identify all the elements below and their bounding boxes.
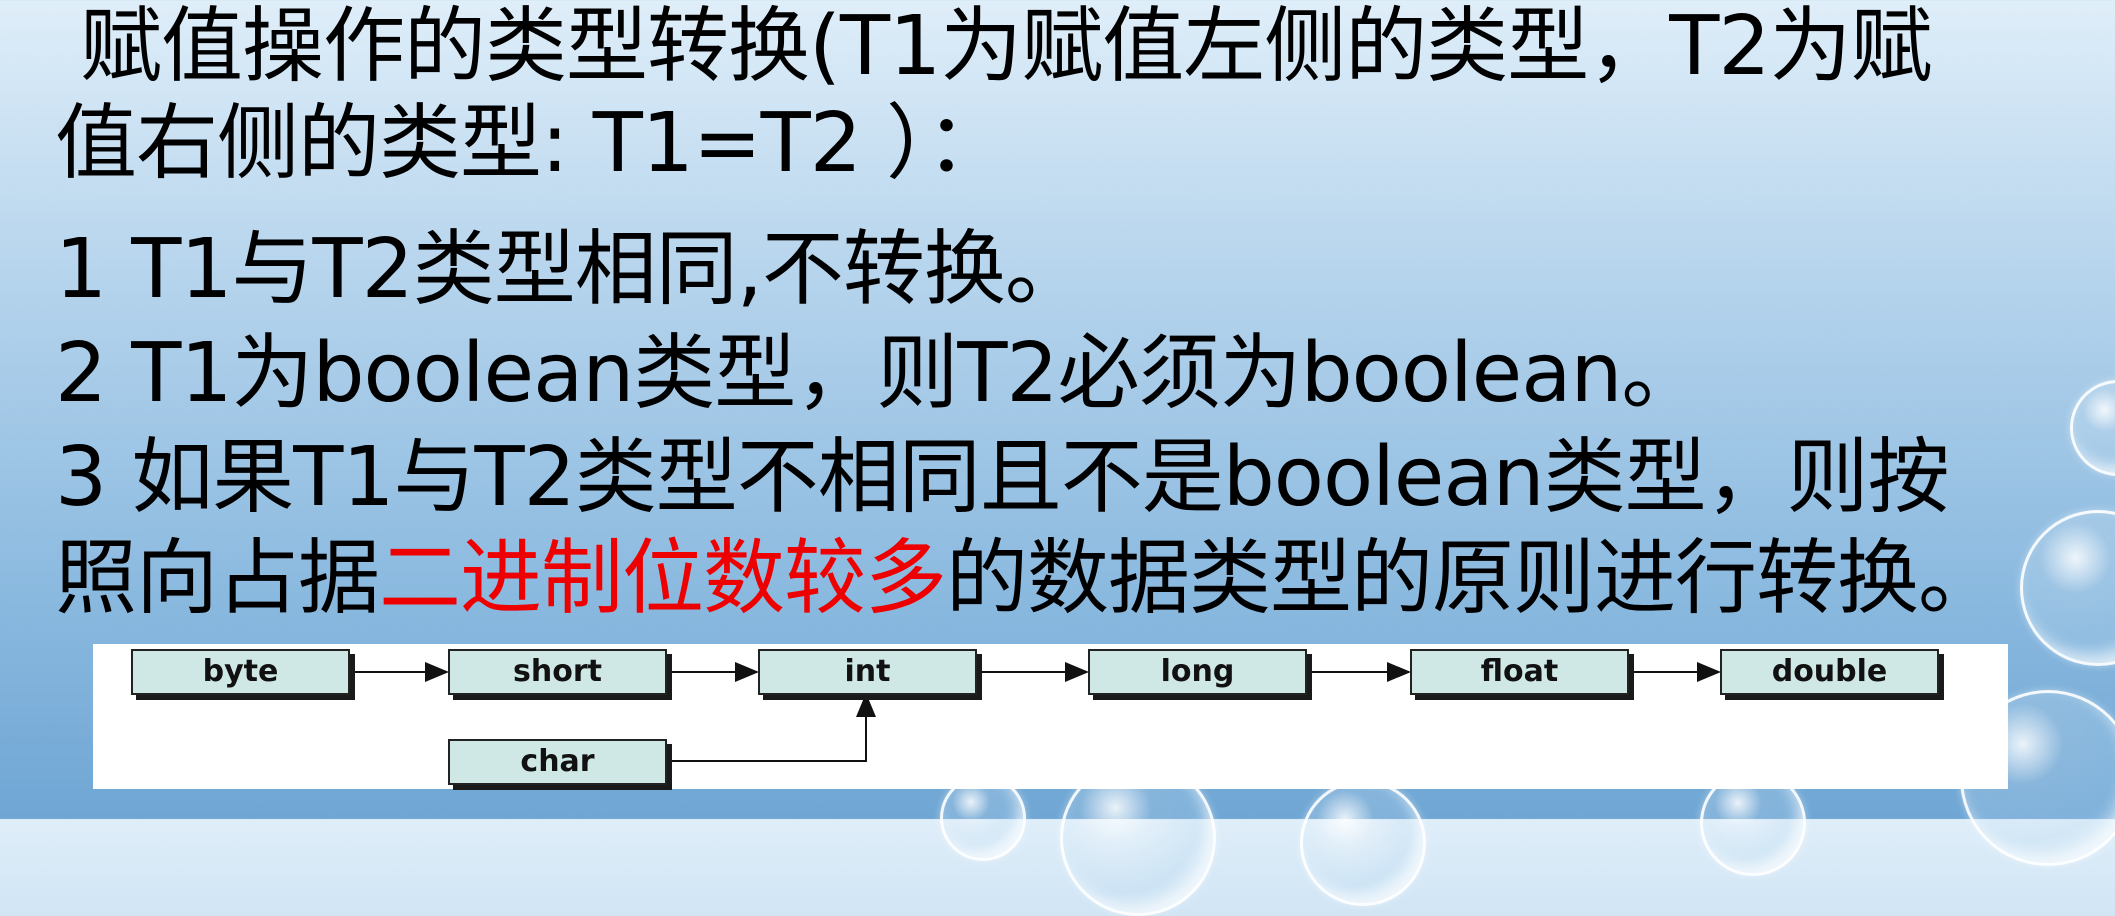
box-byte: byte	[131, 649, 350, 695]
heading-line-2: 值右侧的类型: T1=T2 ）：	[55, 96, 1008, 191]
rule-3-highlight: 二进制位数较多	[379, 531, 947, 626]
bubble-decoration-3	[2070, 380, 2115, 476]
box-double: double	[1720, 649, 1939, 695]
box-char: char	[448, 739, 667, 785]
type-conversion-diagram: byte short int long float double char	[93, 644, 2008, 789]
rule-3-text-before: 照向占据	[55, 531, 380, 626]
box-long: long	[1088, 649, 1307, 695]
box-short: short	[448, 649, 667, 695]
heading-line-1: 赋值操作的类型转换(T1为赋值左侧的类型，T2为赋	[80, 0, 1933, 94]
bubble-decoration-1	[2020, 510, 2115, 666]
box-float: float	[1410, 649, 1629, 695]
rule-2: 2 T1为boolean类型，则T2必须为boolean。	[55, 326, 1703, 421]
bubble-decoration-5	[1300, 780, 1426, 906]
arrow-char-int	[665, 693, 876, 762]
box-int: int	[758, 649, 977, 695]
rule-1: 1 T1与T2类型相同,不转换。	[55, 222, 1087, 317]
rule-3-line-2: 照向占据二进制位数较多的数据类型的原则进行转换。	[55, 538, 2000, 620]
rule-3-text-after: 的数据类型的原则进行转换。	[946, 531, 2000, 626]
rule-3-line-1: 3 如果T1与T2类型不相同且不是boolean类型，则按	[55, 430, 1950, 525]
